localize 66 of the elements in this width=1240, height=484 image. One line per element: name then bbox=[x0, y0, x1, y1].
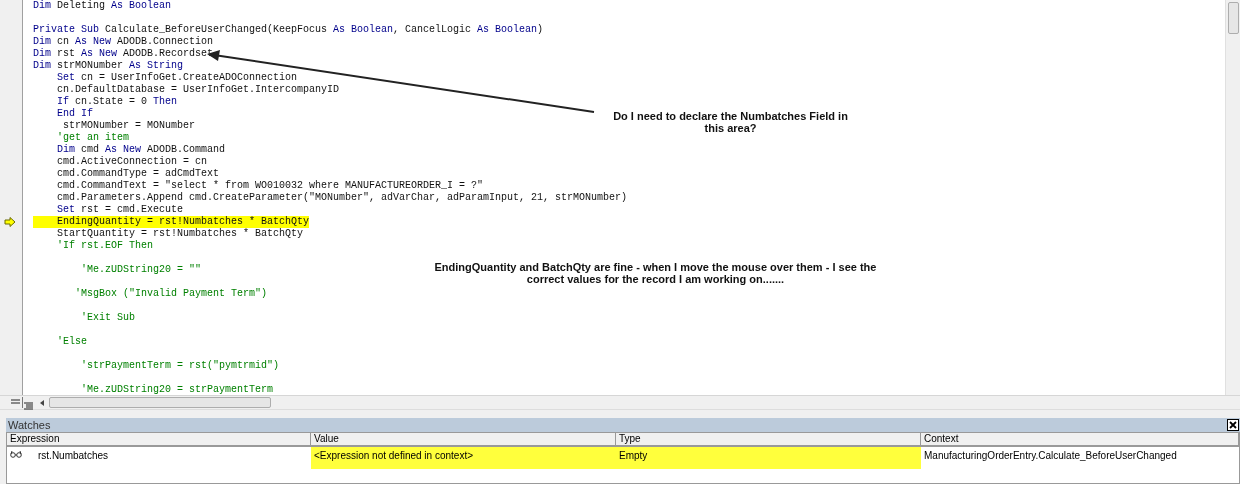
code-text: ADODB.Connection bbox=[116, 36, 214, 48]
procedure-view-icon[interactable] bbox=[10, 397, 23, 408]
code-keyword: End If bbox=[56, 108, 93, 120]
code-comment: 'strPaymentTerm = rst("pymtrmid") bbox=[80, 360, 280, 372]
code-keyword: Dim bbox=[33, 48, 51, 60]
code-comment: 'Else bbox=[56, 336, 87, 348]
code-text: strMONumber = MONumber bbox=[62, 120, 196, 132]
code-text: EndingQuantity = rst!Numbatches * BatchQty bbox=[56, 216, 310, 228]
glasses-icon bbox=[10, 450, 22, 458]
current-line-arrow-icon bbox=[4, 217, 16, 227]
code-keyword: As Boolean bbox=[111, 0, 172, 12]
code-keyword: Dim bbox=[33, 36, 51, 48]
code-text: cn.DefaultDatabase = UserInfoGet.IntercompanyID bbox=[56, 84, 340, 96]
code-text: cn.State = 0 bbox=[74, 96, 149, 108]
code-keyword: Dim bbox=[33, 60, 51, 72]
annotation-note: EndingQuantity and BatchQty are fine - when I move the mouse over them - I see the correct values for the record I am working on....... bbox=[433, 261, 878, 285]
scrollbar-thumb[interactable] bbox=[49, 397, 271, 408]
code-text: Calculate_BeforeUserChanged(KeepFocus bbox=[104, 24, 329, 36]
cell-text: rst.Numbatches bbox=[38, 450, 109, 461]
code-text: cmd bbox=[80, 144, 101, 156]
code-comment: 'If rst.EOF Then bbox=[56, 240, 154, 252]
scrollbar-thumb[interactable] bbox=[1227, 2, 1239, 34]
column-header[interactable]: Expression bbox=[7, 433, 311, 447]
code-keyword: Set bbox=[56, 72, 75, 84]
code-text: Deleting bbox=[56, 0, 107, 12]
code-text: cmd.CommandType = adCmdText bbox=[56, 168, 220, 180]
code-comment: 'Exit Sub bbox=[80, 312, 136, 324]
code-comment: 'Me.zUDString20 = strPaymentTerm bbox=[80, 384, 274, 395]
code-keyword: As New bbox=[81, 48, 118, 60]
code-comment: 'get an item bbox=[56, 132, 129, 144]
code-text: cmd.ActiveConnection = cn bbox=[56, 156, 208, 168]
table-cell-text: ManufacturingOrderEntry.Calculate_BeforeUserChanged bbox=[923, 449, 1178, 463]
code-text: ) bbox=[537, 24, 544, 36]
column-header[interactable]: Value bbox=[311, 433, 616, 447]
code-keyword: If bbox=[56, 96, 69, 108]
code-comment: 'MsgBox ("Invalid Payment Term") bbox=[74, 288, 268, 300]
code-keyword: As New bbox=[105, 144, 142, 156]
code-keyword: As Boolean bbox=[477, 24, 538, 36]
code-text: cn = UserInfoGet.CreateADOConnection bbox=[80, 72, 298, 84]
code-text: ADODB.Command bbox=[146, 144, 226, 156]
column-header[interactable]: Context bbox=[921, 433, 1239, 447]
annotation-note: Do I need to declare the Numbatches Field in this area? bbox=[612, 110, 849, 134]
code-text: cn bbox=[56, 36, 71, 48]
code-text: strMONumber bbox=[56, 60, 125, 72]
code-keyword: Set bbox=[56, 204, 75, 216]
code-text: StartQuantity = rst!Numbatches * BatchQty bbox=[56, 228, 304, 240]
code-keyword: Dim bbox=[33, 0, 51, 12]
column-header[interactable]: Type bbox=[616, 433, 921, 447]
code-keyword: Dim bbox=[56, 144, 75, 156]
table-cell: <Expression not defined in context> bbox=[311, 447, 616, 469]
code-keyword: Then bbox=[153, 96, 178, 108]
scroll-left-icon[interactable] bbox=[39, 399, 45, 406]
code-text: cmd.Parameters.Append cmd.CreateParameter("MONumber", adVarChar, adParamInput, 21, strMONumber) bbox=[56, 192, 628, 204]
code-keyword: As String bbox=[129, 60, 184, 72]
table-cell: Empty bbox=[616, 447, 921, 469]
code-keyword: As Boolean bbox=[333, 24, 394, 36]
code-text: rst bbox=[56, 48, 77, 60]
code-keyword: Private Sub bbox=[33, 24, 99, 36]
code-text: cmd.CommandText = "select * from WO010032 where MANUFACTUREORDER_I = ?" bbox=[56, 180, 484, 192]
panel-title: Watches bbox=[7, 419, 51, 431]
code-text: rst = cmd.Execute bbox=[80, 204, 184, 216]
code-text: , CancelLogic bbox=[393, 24, 473, 36]
code-keyword: As New bbox=[75, 36, 112, 48]
code-text: ADODB.Recordset bbox=[122, 48, 214, 60]
code-comment: 'Me.zUDString20 = "" bbox=[80, 264, 202, 276]
close-button[interactable] bbox=[1227, 419, 1239, 431]
